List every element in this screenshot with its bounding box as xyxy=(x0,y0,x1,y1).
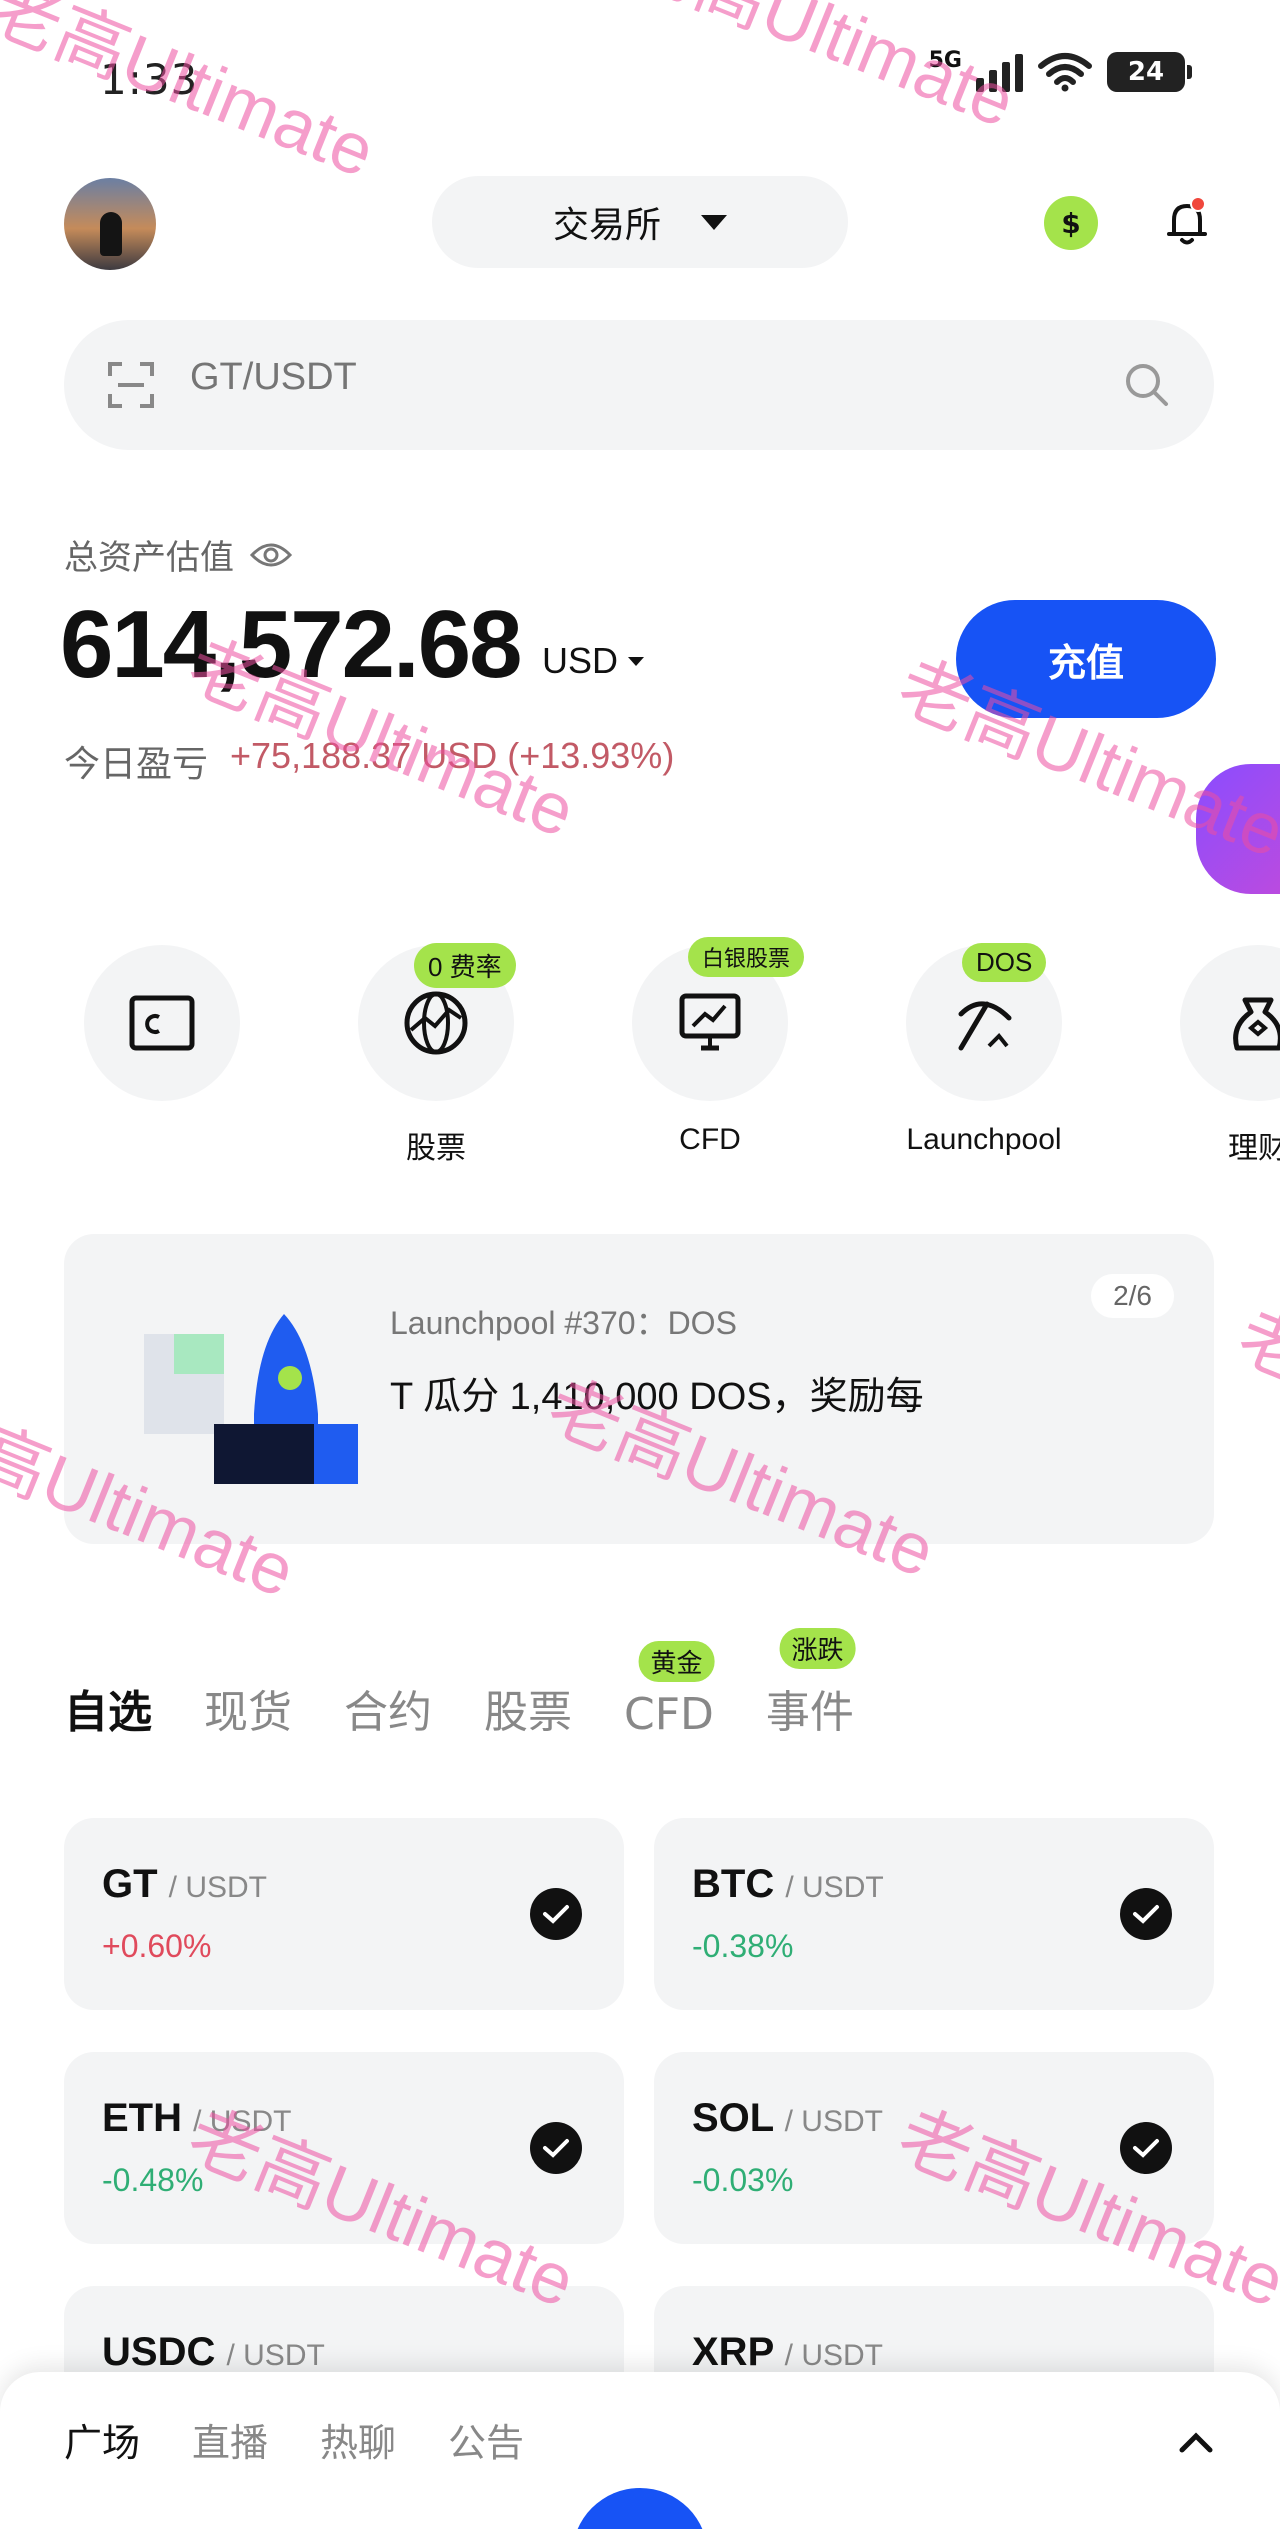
symbol: XRP xyxy=(692,2330,774,2374)
status-time: 1:33 xyxy=(100,55,199,104)
symbol: GT xyxy=(102,1862,158,1906)
price-change: +0.60% xyxy=(102,1928,212,1964)
tab-hot-chat[interactable]: 热聊 xyxy=(320,2412,396,2467)
tab-label: 合约 xyxy=(344,1687,432,1738)
status-bar: 1:33 5G 24 xyxy=(0,0,1280,150)
exchange-label: 交易所 xyxy=(552,205,661,246)
tab-square[interactable]: 广场 xyxy=(64,2412,140,2467)
check-icon[interactable] xyxy=(530,2122,582,2174)
eye-icon[interactable] xyxy=(250,541,292,569)
floating-assistant-button[interactable] xyxy=(1196,764,1280,894)
tab-spot[interactable]: 现货 xyxy=(204,1676,292,1740)
wifi-icon xyxy=(1038,53,1092,92)
pnl-label: 今日盈亏 xyxy=(64,744,209,785)
rocket-illustration xyxy=(144,1314,358,1484)
quick-action-launchpool[interactable]: DOS Launchpool xyxy=(884,943,1084,1157)
badge: DOS xyxy=(962,943,1047,982)
market-tabs: 自选 现货 合约 股票 黄金 CFD 涨跌 事件 xyxy=(64,1628,856,1740)
tab-label: 现货 xyxy=(204,1687,292,1738)
search-input[interactable] xyxy=(190,356,990,399)
badge: 涨跌 xyxy=(779,1628,856,1669)
quick-action-label: 股票 xyxy=(406,1132,466,1165)
tab-events[interactable]: 涨跌 事件 xyxy=(765,1628,856,1740)
scan-icon[interactable] xyxy=(108,362,154,408)
quote-currency: / USDT xyxy=(784,2339,883,2372)
total-assets-label: 总资产估值 xyxy=(64,530,292,579)
tab-announcements[interactable]: 公告 xyxy=(448,2412,524,2467)
network-type: 5G xyxy=(928,47,962,73)
battery-icon: 24 xyxy=(1107,52,1192,92)
chart-monitor-icon xyxy=(679,993,741,1051)
check-icon[interactable] xyxy=(1120,1888,1172,1940)
quick-actions: 0 费率 股票 白银股票 CFD DOS Launchpool 理财 xyxy=(0,937,1280,1167)
badge: 黄金 xyxy=(638,1641,715,1682)
banner-page-indicator: 2/6 xyxy=(1091,1274,1174,1318)
price-change: -0.38% xyxy=(692,1928,794,1964)
quote-currency: / USDT xyxy=(785,1871,884,1904)
globe-icon xyxy=(404,991,468,1055)
quick-action-stocks[interactable]: 0 费率 股票 xyxy=(336,943,536,1167)
quote-currency: / USDT xyxy=(784,2105,883,2138)
bottom-sheet-tabs: 广场 直播 热聊 公告 xyxy=(64,2412,524,2467)
symbol: USDC xyxy=(102,2330,216,2374)
tab-label: 自选 xyxy=(64,1687,152,1738)
pnl-value: +75,188.37 USD (+13.93%) xyxy=(230,735,675,776)
symbol: BTC xyxy=(692,1862,775,1906)
badge: 0 费率 xyxy=(414,943,516,988)
quick-action-earn[interactable]: 理财 xyxy=(1158,945,1280,1167)
quick-action-label: Launchpool xyxy=(906,1123,1062,1156)
signal-icon xyxy=(976,52,1023,92)
quote-currency: / USDT xyxy=(168,1871,268,1904)
quick-action-label: CFD xyxy=(679,1123,741,1156)
price-change: -0.03% xyxy=(692,2162,794,2198)
tab-futures[interactable]: 合约 xyxy=(344,1676,432,1740)
chevron-down-icon xyxy=(701,214,727,230)
quick-action-cfd[interactable]: 白银股票 CFD xyxy=(610,937,810,1157)
check-icon[interactable] xyxy=(530,1888,582,1940)
tab-favorites[interactable]: 自选 xyxy=(64,1676,152,1740)
currency-selector[interactable]: USD xyxy=(542,640,645,682)
status-icons: 5G 24 xyxy=(929,48,1192,92)
watermark: 老高Ultimate xyxy=(1227,1295,1280,1523)
symbol: SOL xyxy=(692,2096,774,2140)
quote-currency: / USDT xyxy=(226,2339,325,2372)
daily-pnl: 今日盈亏 +75,188.37 USD (+13.93%) xyxy=(64,735,674,787)
total-assets-value: 614,572.68 xyxy=(60,591,522,698)
tab-cfd[interactable]: 黄金 CFD xyxy=(624,1641,715,1740)
quick-action-label: 理财 xyxy=(1228,1132,1280,1165)
chevron-down-icon xyxy=(628,656,645,666)
tab-stocks[interactable]: 股票 xyxy=(484,1676,572,1740)
tab-label: CFD xyxy=(624,1689,714,1740)
watchlist-card[interactable]: GT / USDT +0.60% xyxy=(64,1818,624,2010)
exchange-switcher[interactable]: 交易所 xyxy=(432,176,848,268)
money-bag-icon xyxy=(1233,997,1280,1051)
tab-label: 事件 xyxy=(765,1687,854,1738)
watchlist-card[interactable]: BTC / USDT -0.38% xyxy=(654,1818,1214,2010)
pickaxe-icon xyxy=(958,1001,1012,1051)
badge: 白银股票 xyxy=(688,937,805,977)
avatar[interactable] xyxy=(64,178,156,270)
watchlist-card[interactable]: SOL / USDT -0.03% xyxy=(654,2052,1214,2244)
tab-live[interactable]: 直播 xyxy=(192,2412,268,2467)
banner-description: T 瓜分 1,410,000 DOS，奖励每 xyxy=(390,1376,924,1418)
price-change: -0.48% xyxy=(102,2162,204,2198)
search-icon[interactable] xyxy=(1122,360,1172,410)
tab-label: 股票 xyxy=(484,1687,572,1738)
quick-action-wallet[interactable] xyxy=(62,945,262,1123)
total-assets-text: 总资产估值 xyxy=(64,538,234,578)
search-bar[interactable] xyxy=(64,320,1214,450)
dollar-coin-icon[interactable]: $ xyxy=(1044,196,1098,250)
watchlist-card[interactable]: ETH / USDT -0.48% xyxy=(64,2052,624,2244)
banner-title: Launchpool #370：DOS xyxy=(390,1305,737,1341)
symbol: ETH xyxy=(102,2096,182,2140)
wallet-icon xyxy=(129,995,195,1051)
deposit-button[interactable]: 充值 xyxy=(956,600,1216,718)
currency-label: USD xyxy=(542,640,619,681)
check-icon[interactable] xyxy=(1120,2122,1172,2174)
promo-banner[interactable]: 2/6 Launchpool #370：DOS T 瓜分 1,410,000 D… xyxy=(64,1234,1214,1544)
notification-dot xyxy=(1190,196,1206,212)
chevron-up-icon[interactable] xyxy=(1176,2428,1216,2458)
quote-currency: / USDT xyxy=(193,2105,292,2138)
